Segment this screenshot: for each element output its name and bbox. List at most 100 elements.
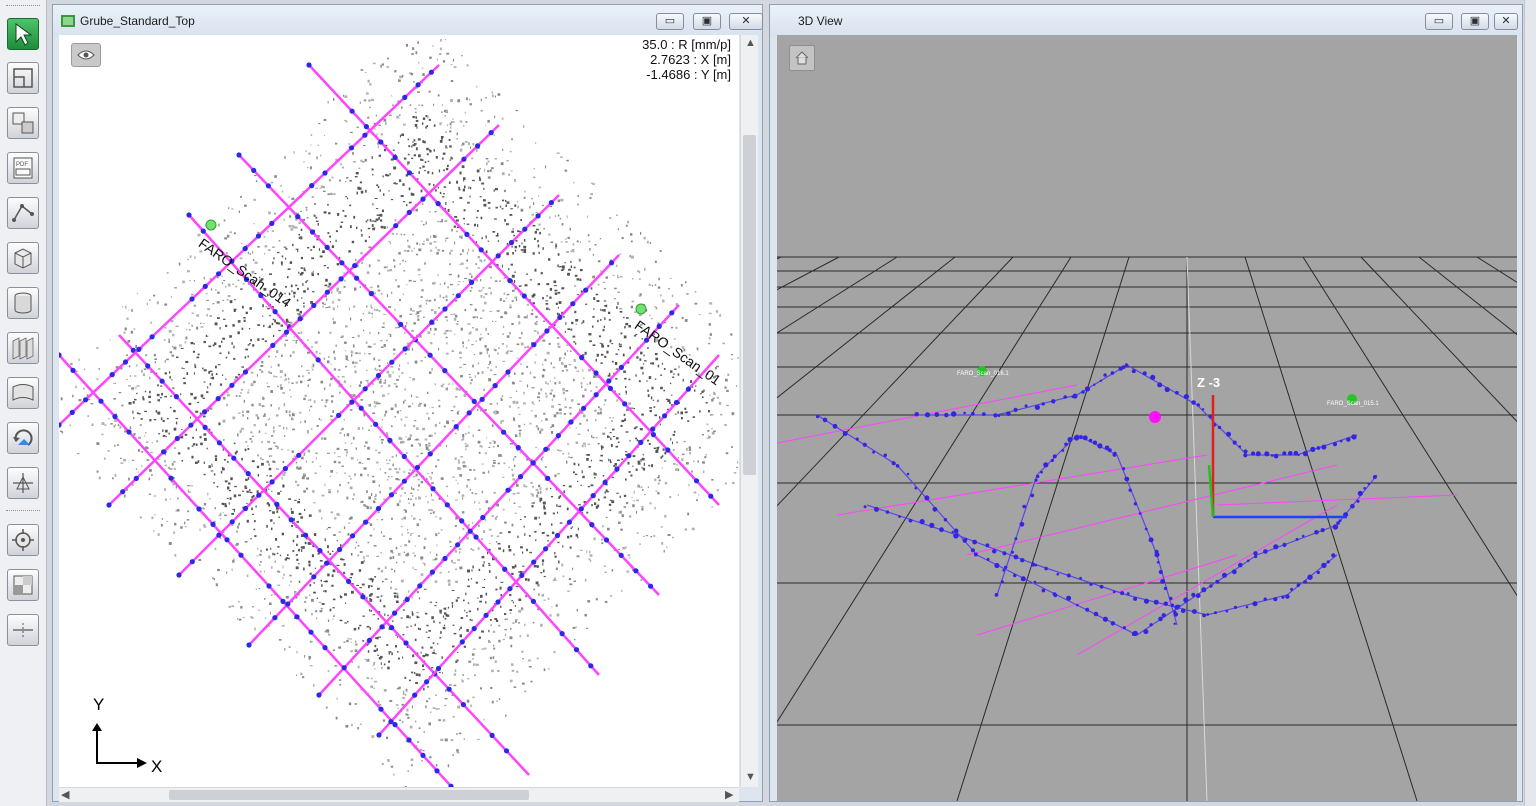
close-button[interactable]: ✕ xyxy=(1494,13,1518,30)
profile-point xyxy=(501,429,507,435)
scroll-thumb[interactable] xyxy=(169,790,529,800)
top-view-titlebar[interactable]: Grube_Standard_Top ▭ ▣ ✕ xyxy=(53,5,763,37)
side-panel-edge xyxy=(1524,0,1536,806)
profile-point xyxy=(593,392,599,398)
profile-point xyxy=(338,276,344,282)
pdf-export-icon[interactable]: PDF xyxy=(7,152,39,184)
toolbar-grip[interactable] xyxy=(6,510,40,515)
home-icon[interactable] xyxy=(789,45,815,71)
profile-point xyxy=(1014,537,1018,541)
profile-point xyxy=(349,145,355,151)
toolbar-grip[interactable] xyxy=(6,5,40,10)
profile-point xyxy=(885,510,890,514)
profile-point xyxy=(685,386,692,392)
profile-point xyxy=(492,383,498,389)
profile-point xyxy=(398,321,404,327)
quadrant-icon[interactable] xyxy=(7,569,39,601)
surface-icon[interactable] xyxy=(7,377,39,409)
profile-point xyxy=(1163,601,1168,606)
vertical-scrollbar[interactable]: ▲ ▼ xyxy=(740,35,758,787)
profile-point xyxy=(568,419,574,425)
view-icon xyxy=(61,15,75,27)
profile-point xyxy=(389,359,395,365)
profile-point xyxy=(242,246,248,252)
profile-point xyxy=(1332,442,1338,447)
profile-point xyxy=(650,432,657,438)
profile-point xyxy=(1092,440,1098,445)
profile-point xyxy=(1282,542,1287,547)
profile-point xyxy=(665,447,671,453)
profile-point xyxy=(1350,503,1355,509)
floor-grid-line xyxy=(777,256,1072,723)
profile-point xyxy=(297,316,303,322)
select-arrow-icon[interactable] xyxy=(7,18,39,50)
profile-point xyxy=(898,515,901,518)
profile-point xyxy=(581,405,587,411)
profile-point xyxy=(914,412,919,417)
profile-point xyxy=(1072,393,1078,399)
3d-canvas[interactable]: Z -3 FARO_Scan_016.1 FARO_Scan_015.1 xyxy=(777,35,1517,801)
align-icon[interactable] xyxy=(7,467,39,499)
section-planes-icon[interactable] xyxy=(7,332,39,364)
restore-button[interactable]: ▣ xyxy=(693,13,721,30)
tile-views-icon[interactable] xyxy=(7,107,39,139)
scroll-right-icon[interactable]: ▶ xyxy=(725,788,733,801)
floor-grid-line xyxy=(777,256,840,291)
profile-point xyxy=(872,450,875,454)
profile-point xyxy=(693,478,700,484)
target-icon[interactable] xyxy=(7,524,39,556)
profile-point xyxy=(453,424,459,430)
profile-point xyxy=(1019,521,1025,527)
profile-point xyxy=(280,598,286,605)
polyline-icon[interactable] xyxy=(7,197,39,229)
profile-point xyxy=(336,412,342,418)
profile-point xyxy=(1351,434,1357,440)
minimize-button[interactable]: ▭ xyxy=(656,13,684,30)
minimize-button[interactable]: ▭ xyxy=(1425,13,1453,30)
profile-point xyxy=(245,471,251,477)
scroll-left-icon[interactable]: ◀ xyxy=(61,788,69,801)
profile-point xyxy=(296,452,302,458)
horizontal-scrollbar[interactable]: ◀ ▶ xyxy=(59,787,739,802)
profile-point xyxy=(446,686,452,692)
profile-point xyxy=(341,665,347,671)
eye-icon[interactable] xyxy=(71,43,101,67)
profile-point xyxy=(924,495,930,501)
profile-point xyxy=(1157,382,1163,388)
profile-point xyxy=(1180,608,1186,613)
scroll-down-icon[interactable]: ▼ xyxy=(745,771,756,783)
profile-point xyxy=(189,559,195,565)
profile-point xyxy=(994,593,999,597)
profile-point xyxy=(588,663,594,669)
profile-point xyxy=(1004,565,1008,569)
cut-plane-icon[interactable] xyxy=(7,614,39,646)
profile-point xyxy=(1076,603,1079,607)
profile-point xyxy=(1093,383,1096,386)
profile-point xyxy=(934,412,940,417)
profile-point xyxy=(403,640,409,646)
profile-point xyxy=(1020,576,1026,582)
profile-point xyxy=(251,167,257,173)
profile-point xyxy=(429,319,435,325)
box-icon[interactable] xyxy=(7,242,39,274)
top-view-canvas[interactable]: 35.0 : R [mm/p] 2.7623 : X [m] -1.4686 :… xyxy=(59,35,739,787)
profile-point xyxy=(349,108,355,114)
profile-point xyxy=(1367,482,1371,485)
layout-icon[interactable] xyxy=(7,62,39,94)
scroll-up-icon[interactable]: ▲ xyxy=(745,37,756,49)
profile-point xyxy=(578,506,584,512)
cylinder-icon[interactable] xyxy=(7,287,39,319)
profile-point xyxy=(593,370,599,376)
profile-point xyxy=(1310,446,1316,452)
close-button[interactable]: ✕ xyxy=(729,13,763,30)
profile-point xyxy=(1132,630,1138,637)
restore-button[interactable]: ▣ xyxy=(1461,13,1489,30)
profile-point xyxy=(133,475,139,481)
profile-point xyxy=(944,412,949,418)
point-cloud xyxy=(60,39,739,787)
rotate-icon[interactable] xyxy=(7,422,39,454)
y-readout: -1.4686 : Y [m] xyxy=(646,67,731,82)
3d-view-titlebar[interactable]: 3D View ▭ ▣ ✕ xyxy=(770,5,1522,37)
scroll-thumb[interactable] xyxy=(743,135,756,475)
profile-point xyxy=(895,464,900,468)
